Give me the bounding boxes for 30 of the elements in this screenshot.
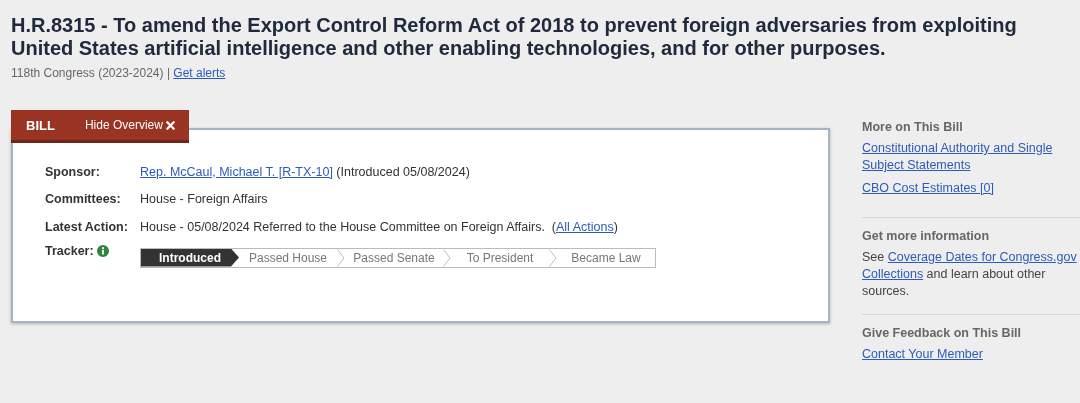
page-title: H.R.8315 - To amend the Export Control Reform Act of 2018 to prevent foreign adversaries from exploiting United States artificial intelligence and other enabling technologies, and for other purposes. — [11, 14, 1018, 60]
field-label: Tracker: — [45, 243, 94, 258]
value-link[interactable]: Rep. McCaul, Michael T. [R-TX-10] — [140, 164, 333, 179]
field-label: Latest Action: — [45, 219, 129, 234]
tracker-step: Introduced — [141, 248, 239, 267]
congress-label: 118th Congress (2023-2024) | — [11, 66, 170, 80]
info-icon[interactable] — [96, 244, 109, 257]
value-link[interactable]: All Actions — [555, 219, 614, 234]
field-value: Rep. McCaul, Michael T. [R-TX-10] (Introduced 05/08/2024) — [140, 164, 470, 179]
sidebar-link[interactable]: Contact Your Member — [862, 346, 1080, 363]
field-label: Sponsor: — [45, 164, 101, 179]
tracker-step: Passed Senate — [345, 248, 443, 267]
alerts-link[interactable]: Get alerts — [173, 66, 226, 80]
coverage-link[interactable]: Coverage Dates for Congress.gov — [887, 250, 1077, 264]
field-value: House - 05/08/2024 Referred to the House Committee on Foreign Affairs. (All Actions) — [140, 219, 618, 234]
coverage-link[interactable]: Collections — [862, 267, 924, 281]
hide-overview-button[interactable]: Hide Overview — [68, 118, 175, 132]
section-heading: More on This Bill — [862, 120, 964, 134]
tracker-step: Became Law — [557, 248, 655, 267]
section-heading: Give Feedback on This Bill — [862, 326, 1023, 340]
field-label: Committees: — [45, 192, 122, 207]
tracker-step: Passed House — [239, 248, 337, 267]
sidebar-link[interactable]: CBO Cost Estimates [0] — [862, 180, 1080, 197]
close-icon — [165, 120, 175, 130]
sidebar-link[interactable]: Constitutional Authority and Single Subject Statements — [862, 140, 1080, 174]
tracker-step: To President — [451, 248, 549, 267]
bill-label: BILL — [25, 117, 56, 133]
section-heading: Get more information — [862, 229, 991, 243]
info-text: See Coverage Dates for Congress.gov Collections and learn about other sources. — [862, 249, 1078, 300]
field-value: House - Foreign Affairs — [140, 192, 268, 207]
